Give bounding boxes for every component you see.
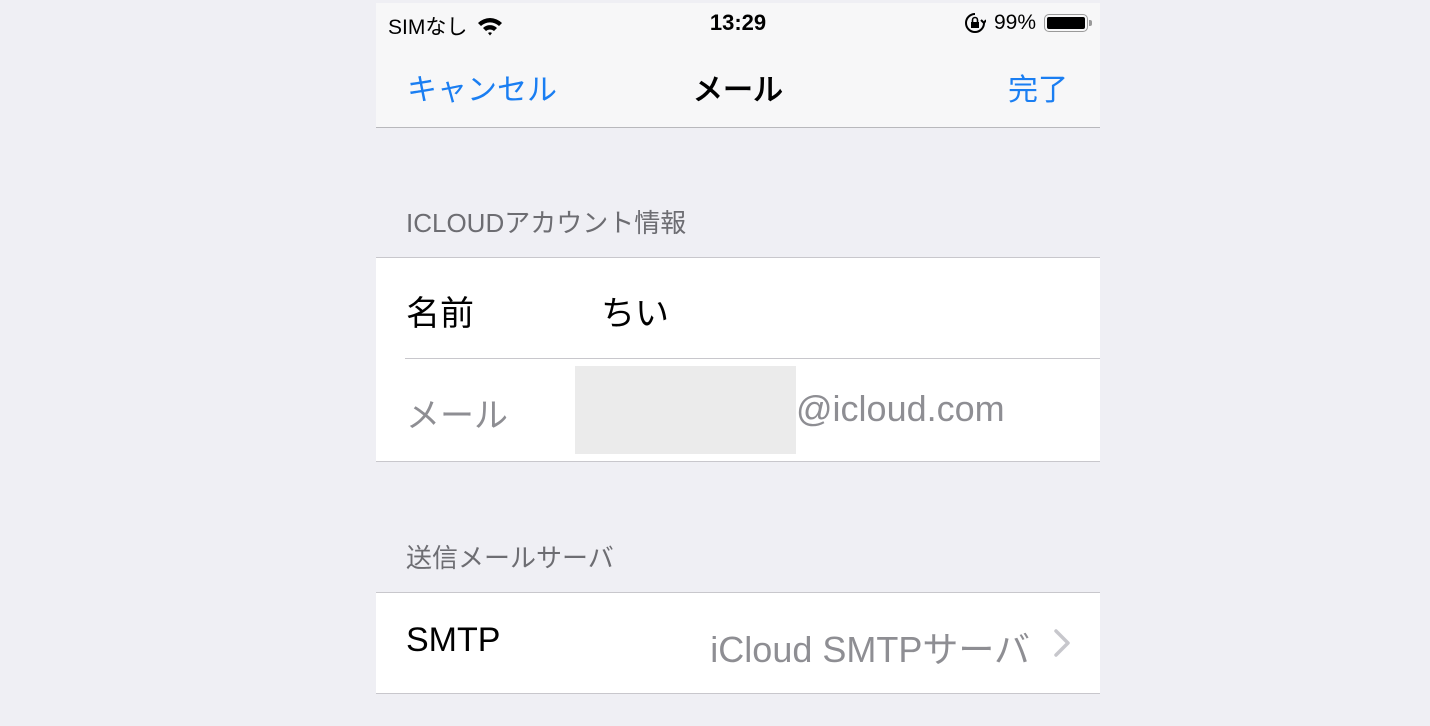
smtp-section-header: 送信メールサーバ: [406, 543, 614, 573]
chevron-right-icon: [1054, 629, 1070, 657]
account-group: 名前 ちい メール @icloud.com: [376, 257, 1100, 462]
account-section-header: ICLOUDアカウント情報: [406, 208, 687, 238]
smtp-group: SMTP iCloud SMTPサーバ: [376, 592, 1100, 694]
battery-icon: [1044, 14, 1092, 32]
navigation-bar: キャンセル メール 完了: [376, 53, 1100, 117]
email-label: メール: [406, 397, 508, 435]
email-domain: @icloud.com: [796, 388, 1005, 429]
battery-fill: [1047, 17, 1085, 29]
email-redaction: [575, 366, 796, 454]
smtp-label: SMTP: [406, 621, 501, 659]
status-bar: SIMなし 13:29 99%: [376, 3, 1100, 43]
cancel-button[interactable]: キャンセル: [407, 65, 557, 109]
name-label: 名前: [406, 295, 474, 333]
status-right: 99%: [964, 11, 1092, 35]
done-button[interactable]: 完了: [1008, 65, 1068, 109]
battery-percent: 99%: [993, 11, 1036, 34]
name-field[interactable]: ちい: [601, 286, 669, 335]
email-row[interactable]: メール @icloud.com: [376, 358, 1100, 461]
orientation-lock-icon: [965, 13, 986, 33]
name-row[interactable]: 名前 ちい: [376, 258, 1100, 358]
top-bar: SIMなし 13:29 99% キャンセル メール 完了: [376, 3, 1100, 128]
smtp-row[interactable]: SMTP iCloud SMTPサーバ: [376, 593, 1100, 693]
mail-settings-screen: SIMなし 13:29 99% キャンセル メール 完了 ICLOUDアカウント…: [376, 0, 1100, 726]
smtp-value: iCloud SMTPサーバ: [710, 629, 1030, 670]
